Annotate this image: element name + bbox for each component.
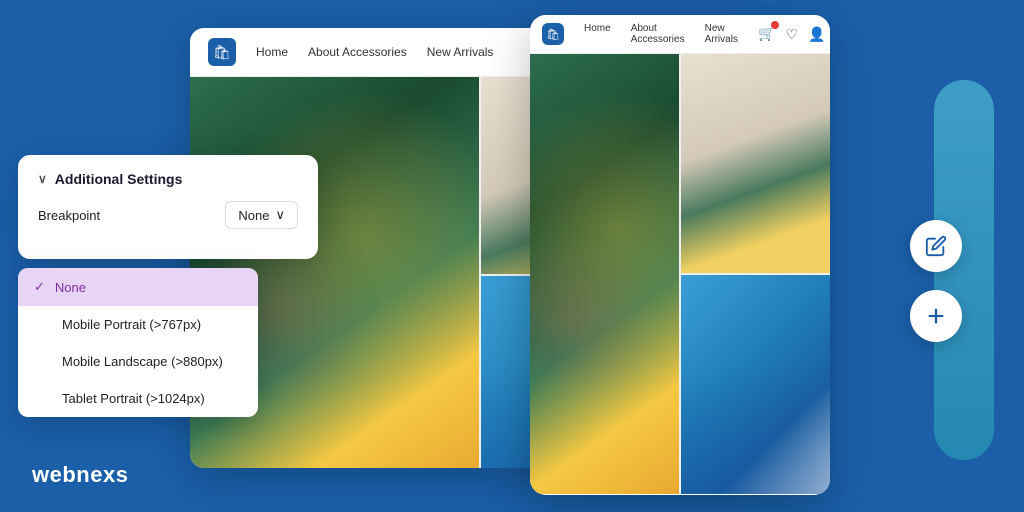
nav-links: Home About Accessories New Arrivals (256, 45, 493, 59)
browser-mockup-front: 🛍 Home About Accessories New Arrivals 🛒 … (530, 15, 830, 495)
front-nav-home[interactable]: Home (584, 23, 611, 45)
front-site-logo: 🛍 (542, 23, 564, 45)
select-chevron-icon: ∨ (275, 207, 285, 223)
settings-header[interactable]: ∨ Additional Settings (38, 171, 298, 187)
cart-badge (771, 21, 779, 29)
breakpoint-dropdown: ✓ None Mobile Portrait (>767px) Mobile L… (18, 268, 258, 417)
front-image-flowers (681, 54, 830, 273)
user-icon[interactable]: 👤 (808, 26, 825, 43)
fab-edit-button[interactable] (910, 220, 962, 272)
dropdown-item-none[interactable]: ✓ None (18, 268, 258, 306)
front-image-floral (530, 54, 679, 494)
dropdown-option-tablet-portrait: Tablet Portrait (>1024px) (62, 391, 205, 406)
nav-new-arrivals[interactable]: New Arrivals (427, 45, 494, 59)
check-icon: ✓ (34, 279, 45, 295)
site-logo: 🛍 (208, 38, 236, 66)
nav-home[interactable]: Home (256, 45, 288, 59)
front-image-sunglasses (681, 275, 830, 494)
settings-title: Additional Settings (55, 171, 183, 187)
breakpoint-value: None (238, 208, 269, 223)
front-nav-icons: 🛒 ♡ 👤 (758, 25, 825, 43)
breakpoint-row: Breakpoint None ∨ (38, 201, 298, 229)
front-content (530, 54, 830, 494)
dropdown-item-tablet-portrait[interactable]: Tablet Portrait (>1024px) (18, 380, 258, 417)
nav-accessories[interactable]: About Accessories (308, 45, 407, 59)
breakpoint-select[interactable]: None ∨ (225, 201, 298, 229)
cart-icon-wrap[interactable]: 🛒 (758, 25, 775, 43)
dropdown-item-mobile-landscape[interactable]: Mobile Landscape (>880px) (18, 343, 258, 380)
dropdown-option-mobile-landscape: Mobile Landscape (>880px) (62, 354, 223, 369)
front-nav-new-arrivals[interactable]: New Arrivals (705, 23, 738, 45)
wishlist-icon[interactable]: ♡ (785, 26, 798, 43)
chevron-down-icon: ∨ (38, 172, 47, 186)
dropdown-option-none: None (55, 280, 86, 295)
front-nav-bar: 🛍 Home About Accessories New Arrivals 🛒 … (530, 15, 830, 54)
breakpoint-label: Breakpoint (38, 208, 100, 223)
settings-card: ∨ Additional Settings Breakpoint None ∨ (18, 155, 318, 259)
brand-logo: webnexs (32, 462, 128, 488)
front-nav-accessories[interactable]: About Accessories (631, 23, 685, 45)
front-nav-links: Home About Accessories New Arrivals (584, 23, 738, 45)
dropdown-option-mobile-portrait: Mobile Portrait (>767px) (62, 317, 201, 332)
dropdown-item-mobile-portrait[interactable]: Mobile Portrait (>767px) (18, 306, 258, 343)
fab-add-button[interactable] (910, 290, 962, 342)
